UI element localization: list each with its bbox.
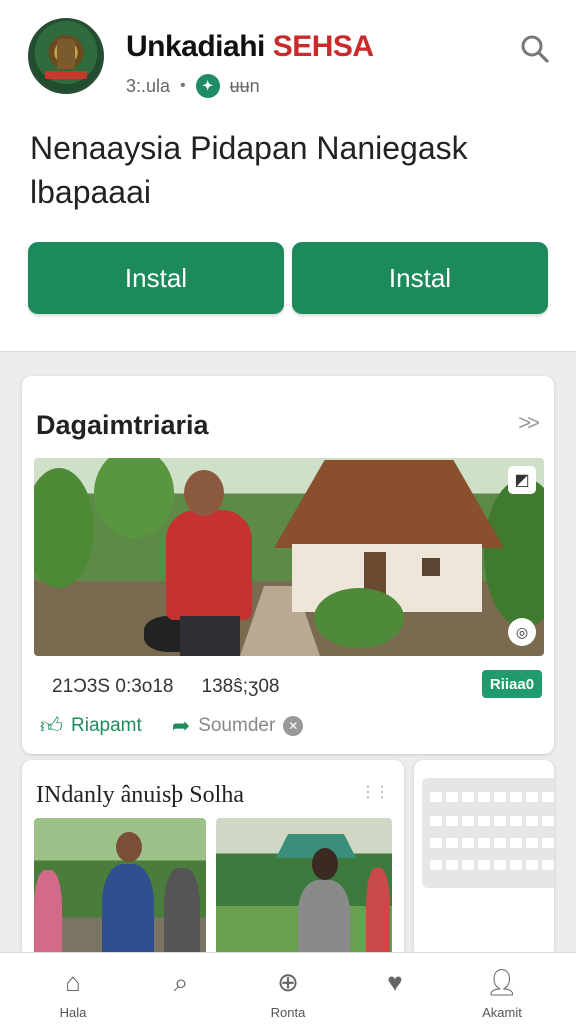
app-meta: 3:.ula • ✦ ʉʉn <box>126 74 260 98</box>
house-roof <box>274 460 504 548</box>
nav-item-account[interactable]: 👤︎ Akamit <box>462 967 542 1020</box>
app-title: Unkadiahi SEHSA <box>126 30 374 64</box>
expand-icon[interactable]: ◎ <box>508 618 536 646</box>
search-button[interactable] <box>520 34 550 64</box>
nav-item-home[interactable]: ⌂ Hala <box>33 967 113 1020</box>
secondary-card[interactable]: INdanly ânuisþ Solha ⋮⋮ <box>22 760 404 960</box>
gallery-icon[interactable]: ◩ <box>508 466 536 494</box>
keyboard-row <box>430 792 554 802</box>
chevron-right-icon[interactable]: >> <box>518 410 540 436</box>
post-title: Dagaimtriaria <box>36 410 209 440</box>
person-figure <box>102 864 154 960</box>
search-icon: ⌕ <box>173 967 189 997</box>
like-label: Riapamt <box>71 714 142 736</box>
post-stat-2: 138ŝ;ʒ08 <box>201 676 280 697</box>
meta-right: ʉʉn <box>229 75 260 96</box>
nav-label-home: Hala <box>59 1005 87 1020</box>
keyboard-image <box>422 778 554 888</box>
home-icon: ⌂ <box>65 967 81 997</box>
post-stats: 21Ɔ3S 0:3o18 138ŝ;ʒ08 <box>52 676 279 698</box>
close-icon[interactable]: ✕ <box>283 715 304 736</box>
person-figure <box>166 510 252 620</box>
plus-icon: ⊕ <box>277 967 299 997</box>
install-button-1[interactable]: Instal <box>28 242 284 314</box>
tree-foliage <box>484 478 544 628</box>
person-figure <box>34 870 62 960</box>
post-actions: 👍︎ Riapamt ➦ Soumder ✕ <box>40 712 304 739</box>
more-options-icon[interactable]: ⋮⋮ <box>360 782 390 802</box>
profile-icon: 👤︎ <box>485 967 519 997</box>
keyboard-row <box>430 816 554 826</box>
person-head <box>312 848 338 880</box>
nav-label-account: Akamit <box>482 1005 522 1020</box>
post-card[interactable]: Dagaimtriaria >> ◩ ◎ 21Ɔ3S 0:3o18 138ŝ;ʒ… <box>22 376 554 754</box>
post-stat-1: 21Ɔ3S 0:3o18 <box>52 676 174 697</box>
keyboard-preview-card[interactable] <box>414 760 554 960</box>
app-title-main: Unkadiahi <box>126 30 265 63</box>
logo-band <box>45 71 87 79</box>
banana-leaf <box>94 458 174 538</box>
thumbs-up-icon: 👍︎ <box>40 713 63 738</box>
keyboard-row <box>430 860 554 870</box>
person-legs <box>180 616 240 656</box>
install-button-2[interactable]: Instal <box>292 242 548 314</box>
heart-icon: ♥ <box>387 967 403 997</box>
verified-icon: ✦ <box>195 74 220 98</box>
search-icon <box>521 35 549 63</box>
share-button[interactable]: ➦ Soumder ✕ <box>172 712 304 739</box>
banana-leaf <box>34 468 94 588</box>
thumbnail-image[interactable] <box>216 818 392 960</box>
app-headline: Nenaaysia Pidapan Naniegask lbapaaai <box>30 130 468 210</box>
keyboard-row <box>430 838 554 848</box>
secondary-card-title: INdanly ânuisþ Solha <box>36 782 244 808</box>
share-label: Soumder <box>198 714 276 736</box>
post-photo[interactable]: ◩ ◎ <box>34 458 544 656</box>
bottom-navigation: ⌂ Hala ⌕ ⊕ Ronta ♥ 👤︎ Akamit <box>0 952 576 1024</box>
person-head <box>184 470 224 516</box>
nav-item-favorites[interactable]: ♥ <box>355 967 435 1005</box>
nav-item-create[interactable]: ⊕ Ronta <box>248 967 328 1020</box>
app-title-accent: SEHSA <box>272 30 374 63</box>
nav-label-create: Ronta <box>270 1005 306 1020</box>
house-window <box>422 558 440 576</box>
thumbnail-image[interactable] <box>34 818 206 960</box>
meta-left: 3:.ula <box>126 75 171 96</box>
person-figure <box>164 868 200 960</box>
app-header: Unkadiahi SEHSA 3:.ula • ✦ ʉʉn Nenaaysia… <box>0 0 576 352</box>
share-arrow-icon: ➦ <box>171 712 191 738</box>
bush <box>314 588 404 648</box>
status-badge: Riiaa0 <box>482 670 542 698</box>
logo-emblem <box>57 39 75 69</box>
person-figure <box>366 868 390 960</box>
like-button[interactable]: 👍︎ Riapamt <box>40 712 142 739</box>
nav-item-search[interactable]: ⌕ <box>141 967 221 1005</box>
meta-dot: • <box>180 77 186 94</box>
person-head <box>116 832 142 862</box>
app-logo <box>28 18 104 94</box>
person-figure <box>298 880 350 960</box>
